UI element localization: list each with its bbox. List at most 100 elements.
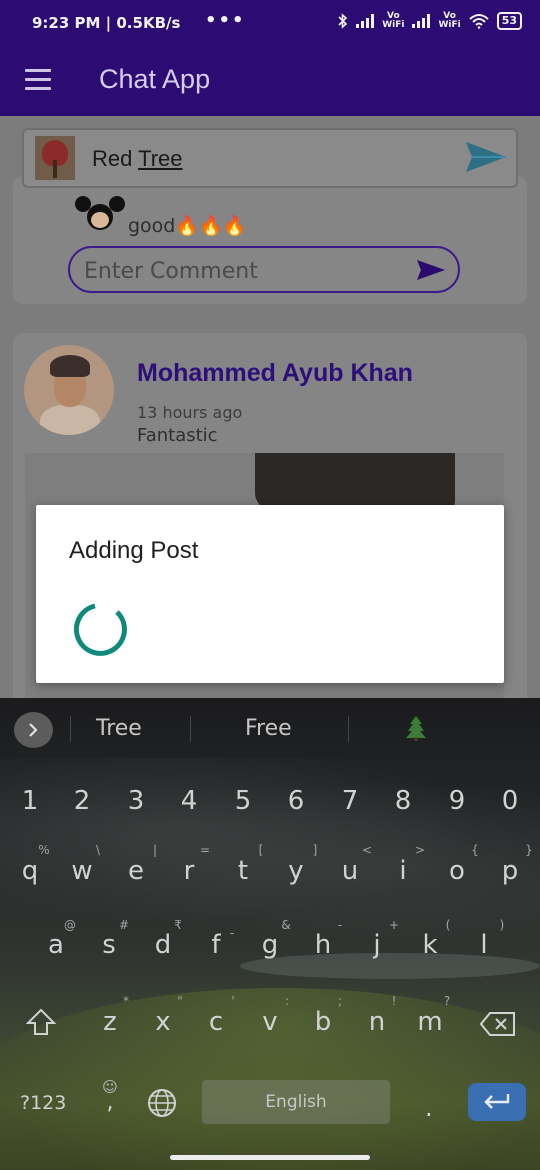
key-m[interactable]: m [410, 1007, 450, 1037]
key-6[interactable]: 6 [276, 786, 316, 816]
key-0[interactable]: 0 [490, 786, 530, 816]
hint-backslash: \ [95, 843, 101, 857]
hint-semicolon: ; [337, 994, 343, 1008]
key-q[interactable]: q [10, 856, 50, 886]
backspace-key-icon[interactable] [480, 1011, 516, 1037]
key-8[interactable]: 8 [383, 786, 423, 816]
symbols-key[interactable]: ?123 [20, 1092, 66, 1114]
key-f[interactable]: f [196, 930, 236, 960]
gesture-nav-bar[interactable] [170, 1155, 370, 1160]
key-b[interactable]: b [303, 1007, 343, 1037]
hint-question: ? [443, 994, 451, 1008]
hint-gt: > [414, 843, 426, 857]
key-j[interactable]: j [357, 930, 397, 960]
emoji-comma-key[interactable]: ☺ , [100, 1078, 120, 1118]
battery-icon: 53 [496, 12, 522, 30]
post-time: 13 hours ago [137, 403, 243, 422]
hint-rbrace: } [525, 843, 533, 857]
key-z[interactable]: z [90, 1007, 130, 1037]
send-comment-icon[interactable] [416, 258, 446, 282]
key-p[interactable]: p [490, 856, 530, 886]
more-notifications-icon: ••• [205, 10, 246, 31]
key-7[interactable]: 7 [330, 786, 370, 816]
key-n[interactable]: n [357, 1007, 397, 1037]
status-icons: Vo WiFi Vo WiFi 53 [338, 12, 522, 30]
hint-dquote: " [177, 994, 183, 1008]
key-u[interactable]: u [330, 856, 370, 886]
post-text-input[interactable]: Red Tree [92, 146, 183, 172]
key-g[interactable]: g [250, 930, 290, 960]
send-post-icon[interactable] [464, 138, 508, 176]
space-key[interactable]: English [202, 1080, 390, 1124]
hint-exclaim: ! [391, 994, 397, 1008]
key-5[interactable]: 5 [223, 786, 263, 816]
key-v[interactable]: v [250, 1007, 290, 1037]
vowifi-2-label: Vo WiFi [438, 11, 461, 30]
hint-lbrace: { [471, 843, 479, 857]
menu-icon[interactable] [25, 69, 51, 90]
hint-rbracket: ] [312, 843, 318, 857]
bluetooth-icon [338, 13, 348, 29]
hint-pipe: | [152, 843, 158, 857]
key-9[interactable]: 9 [437, 786, 477, 816]
period-key[interactable]: . [425, 1094, 433, 1122]
hint-percent: % [38, 843, 50, 857]
chevron-right-icon [29, 723, 38, 737]
key-o[interactable]: o [437, 856, 477, 886]
expand-toolbar-button[interactable] [14, 712, 53, 748]
comment-text: good🔥🔥🔥 [128, 215, 247, 237]
wifi-icon [469, 14, 489, 29]
post-card-previous: good🔥🔥🔥 Enter Comment [13, 176, 527, 304]
author-avatar[interactable] [24, 345, 114, 435]
signal-1-icon [356, 14, 375, 28]
key-w[interactable]: w [62, 856, 102, 886]
key-d[interactable]: d [143, 930, 183, 960]
key-k[interactable]: k [410, 930, 450, 960]
key-t[interactable]: t [223, 856, 263, 886]
enter-arrow-icon [484, 1094, 510, 1109]
key-3[interactable]: 3 [116, 786, 156, 816]
hint-colon: : [284, 994, 290, 1008]
key-l[interactable]: l [464, 930, 504, 960]
signal-2-icon [412, 14, 431, 28]
soft-keyboard: Tree Free 1 2 3 4 5 6 7 8 9 0 % \ | = [ … [0, 698, 540, 1170]
hint-asterisk: * [123, 994, 129, 1008]
key-a[interactable]: a [36, 930, 76, 960]
post-author[interactable]: Mohammed Ayub Khan [137, 359, 413, 388]
key-x[interactable]: x [143, 1007, 183, 1037]
key-h[interactable]: h [303, 930, 343, 960]
key-1[interactable]: 1 [10, 786, 50, 816]
progress-dialog: Adding Post [36, 505, 504, 683]
hint-lbracket: [ [258, 843, 264, 857]
dialog-title: Adding Post [69, 537, 199, 564]
loading-spinner-icon [73, 603, 127, 656]
status-bar: 9:23 PM | 0.5KB/s ••• Vo WiFi Vo WiFi 53 [0, 0, 540, 48]
post-caption: Fantastic [137, 425, 218, 446]
hint-lt: < [361, 843, 373, 857]
comma-key: , [106, 1090, 114, 1115]
key-s[interactable]: s [89, 930, 129, 960]
vowifi-1-label: Vo WiFi [382, 11, 405, 30]
key-y[interactable]: y [276, 856, 316, 886]
suggestion-bar: Tree Free [0, 698, 540, 762]
key-e[interactable]: e [116, 856, 156, 886]
key-4[interactable]: 4 [169, 786, 209, 816]
selected-image-thumbnail[interactable] [35, 136, 75, 180]
globe-icon[interactable] [147, 1088, 177, 1118]
key-r[interactable]: r [169, 856, 209, 886]
suggestion-tree[interactable]: Tree [96, 716, 142, 741]
key-2[interactable]: 2 [62, 786, 102, 816]
hint-equals: = [199, 843, 211, 857]
tree-emoji-suggestion[interactable] [404, 714, 428, 742]
commenter-avatar [75, 196, 125, 232]
enter-key[interactable] [468, 1083, 526, 1121]
status-time: 9:23 PM | 0.5KB/s [32, 14, 181, 32]
suggestion-free[interactable]: Free [245, 716, 292, 741]
new-post-composer[interactable]: Red Tree [22, 128, 518, 188]
key-c[interactable]: c [196, 1007, 236, 1037]
hint-squote: ' [231, 994, 235, 1008]
app-bar: Chat App [0, 48, 540, 116]
comment-input[interactable]: Enter Comment [68, 246, 460, 293]
shift-key-icon[interactable] [26, 1008, 56, 1036]
key-i[interactable]: i [383, 856, 423, 886]
